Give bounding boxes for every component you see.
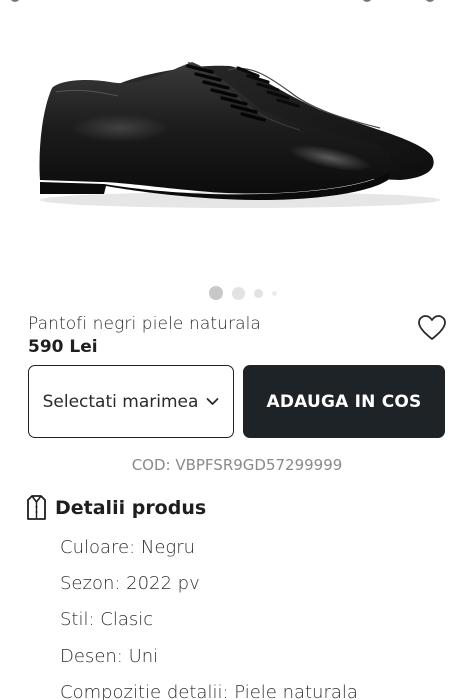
chevron-down-icon: [206, 398, 219, 405]
gallery-dot[interactable]: [253, 288, 263, 298]
add-to-cart-button[interactable]: ADAUGA IN COS: [243, 365, 445, 438]
product-code: COD: VBPFSR9GD57299999: [131, 456, 343, 474]
details-heading-label: Detalii produs: [55, 496, 207, 519]
shirt-tag-icon: [27, 495, 46, 520]
spec-style: Stil: Clasic: [60, 609, 154, 630]
product-title: Pantofi negri piele naturala: [28, 314, 261, 334]
spec-color: Culoare: Negru: [60, 537, 196, 558]
gallery-dot[interactable]: [231, 286, 245, 300]
details-heading[interactable]: Detalii produs: [26, 494, 206, 521]
product-price: 590 Lei: [28, 337, 98, 357]
gallery-dot-active[interactable]: [208, 286, 223, 300]
size-select-label: Selectati marimea: [42, 391, 199, 412]
spec-composition: Compozitie detalii: Piele naturala: [60, 682, 358, 700]
spec-pattern: Desen: Uni: [60, 646, 159, 667]
spec-season: Sezon: 2022 pv: [60, 573, 200, 594]
product-image-gallery[interactable]: [0, 0, 473, 310]
gallery-dot[interactable]: [271, 290, 277, 296]
heart-icon[interactable]: [417, 314, 447, 342]
dress-shoe-image: [39, 61, 440, 208]
gallery-pagination[interactable]: [0, 286, 473, 300]
size-select[interactable]: Selectati marimea: [28, 365, 234, 438]
